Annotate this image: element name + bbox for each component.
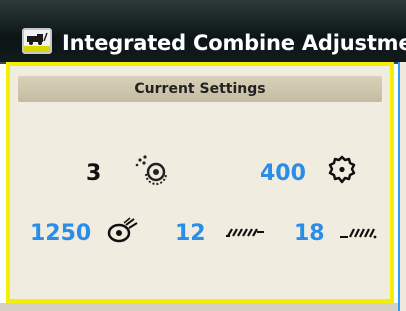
sieve-icon	[340, 228, 377, 239]
window-title: Integrated Combine Adjustment	[62, 31, 406, 55]
bottom-edge	[0, 303, 398, 311]
chaffer-value: 12	[175, 221, 206, 246]
section-header: Current Settings	[18, 76, 382, 102]
combine-app-icon	[22, 28, 52, 54]
title-bar: Integrated Combine Adjustment	[0, 0, 406, 64]
rotor-speed-value: 1250	[30, 221, 92, 246]
concave-clearance-icon	[135, 155, 167, 185]
rotor-speed-icon	[107, 217, 138, 243]
fan-speed-icon	[328, 155, 356, 184]
concave-clearance-value: 3	[86, 161, 102, 186]
side-scroll-edge	[398, 62, 406, 311]
sieve-value: 18	[294, 221, 325, 246]
fan-speed-value: 400	[260, 161, 306, 186]
chaffer-icon	[226, 228, 264, 237]
current-settings-panel[interactable]: Current Settings 3 400 1250 12 18	[6, 62, 394, 303]
